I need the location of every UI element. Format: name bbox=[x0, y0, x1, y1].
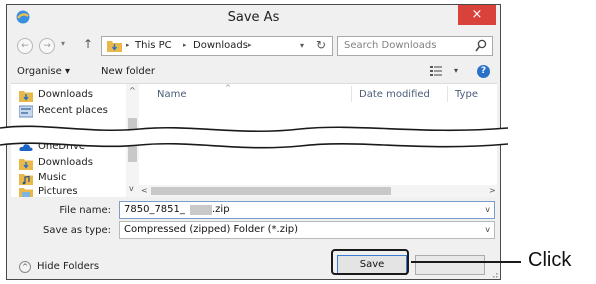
recent-places-icon bbox=[19, 105, 33, 118]
downloads-icon bbox=[19, 159, 33, 170]
scrollbar-thumb[interactable] bbox=[151, 187, 391, 195]
window-title: Save As bbox=[227, 10, 280, 25]
horizontal-scrollbar[interactable]: < > bbox=[139, 185, 497, 197]
search-icon[interactable] bbox=[475, 39, 487, 53]
address-bar[interactable]: ▸ This PC ▸ Downloads ▸ ▾ ↻ bbox=[101, 36, 333, 56]
file-name-input[interactable]: 7850_7851_ .zip v bbox=[119, 201, 495, 219]
search-placeholder: Search Downloads bbox=[344, 40, 437, 51]
breadcrumb-arrow-icon[interactable]: ▸ bbox=[248, 41, 252, 49]
column-name[interactable]: Name bbox=[157, 89, 187, 100]
file-name-dropdown-icon[interactable]: v bbox=[485, 205, 490, 214]
forward-button[interactable]: → bbox=[39, 38, 55, 54]
callout-line bbox=[411, 261, 521, 263]
address-dropdown-icon[interactable]: ▾ bbox=[300, 41, 304, 50]
sort-caret-icon: ^ bbox=[225, 84, 231, 92]
dialog-footer: ^ Hide Folders Save bbox=[7, 249, 500, 279]
hide-folders-button[interactable]: Hide Folders bbox=[37, 261, 99, 272]
help-icon[interactable]: ? bbox=[477, 65, 490, 78]
file-name-suffix: .zip bbox=[212, 204, 230, 215]
downloads-folder-icon bbox=[107, 41, 122, 52]
back-button[interactable]: ← bbox=[17, 38, 33, 54]
save-type-select[interactable]: Compressed (zipped) Folder (*.zip) v bbox=[119, 221, 495, 239]
column-divider[interactable] bbox=[351, 86, 352, 102]
nav-item-label: Downloads bbox=[38, 157, 93, 168]
nav-item-label: Music bbox=[38, 172, 67, 183]
address-row: ← → ▾ ↑ ▸ This PC ▸ Downloads ▸ ▾ ↻ Sear… bbox=[7, 33, 500, 59]
organise-button[interactable]: Organise ▾ bbox=[17, 66, 70, 77]
scroll-up-arrow-icon[interactable]: ^ bbox=[129, 86, 136, 95]
change-view-icon[interactable] bbox=[430, 66, 442, 76]
scroll-down-arrow-icon[interactable]: v bbox=[129, 184, 134, 193]
breadcrumb-arrow-icon[interactable]: ▸ bbox=[183, 41, 187, 49]
save-type-value: Compressed (zipped) Folder (*.zip) bbox=[124, 224, 298, 235]
scroll-right-arrow-icon[interactable]: > bbox=[489, 186, 496, 195]
redacted-block bbox=[190, 205, 212, 215]
breadcrumb-arrow-icon[interactable]: ▸ bbox=[126, 41, 130, 49]
up-button[interactable]: ↑ bbox=[83, 37, 93, 51]
save-type-label: Save as type: bbox=[43, 225, 111, 236]
breadcrumb-downloads[interactable]: Downloads bbox=[193, 40, 248, 51]
music-icon bbox=[19, 174, 33, 185]
hide-folders-icon[interactable]: ^ bbox=[19, 261, 31, 273]
save-button-highlight bbox=[331, 249, 409, 275]
close-button[interactable]: × bbox=[458, 5, 496, 25]
title-bar: Save As × bbox=[7, 5, 500, 31]
resize-grip-icon[interactable] bbox=[490, 271, 498, 279]
downloads-icon bbox=[19, 91, 33, 102]
callout-label: Click bbox=[528, 249, 572, 271]
search-box[interactable]: Search Downloads bbox=[337, 36, 493, 56]
scroll-left-arrow-icon[interactable]: < bbox=[141, 186, 148, 195]
pictures-icon bbox=[19, 188, 33, 197]
nav-item-label: Recent places bbox=[38, 105, 108, 116]
file-name-prefix: 7850_7851_ bbox=[124, 204, 185, 215]
toolbar: Organise ▾ New folder ▾ ? bbox=[7, 61, 500, 83]
file-name-label: File name: bbox=[59, 205, 111, 216]
breadcrumb-this-pc[interactable]: This PC bbox=[135, 40, 172, 51]
column-type[interactable]: Type bbox=[455, 89, 478, 100]
column-divider[interactable] bbox=[447, 86, 448, 102]
cancel-button[interactable] bbox=[415, 255, 485, 275]
refresh-icon[interactable]: ↻ bbox=[316, 38, 326, 52]
recent-locations-icon[interactable]: ▾ bbox=[61, 39, 65, 48]
image-break-line bbox=[0, 125, 508, 149]
new-folder-button[interactable]: New folder bbox=[101, 66, 155, 77]
save-type-dropdown-icon[interactable]: v bbox=[485, 225, 490, 234]
view-dropdown-icon[interactable]: ▾ bbox=[454, 66, 458, 75]
column-date-modified[interactable]: Date modified bbox=[359, 89, 430, 100]
nav-item-label: Downloads bbox=[38, 89, 93, 100]
nav-item-label: Pictures bbox=[38, 186, 78, 197]
